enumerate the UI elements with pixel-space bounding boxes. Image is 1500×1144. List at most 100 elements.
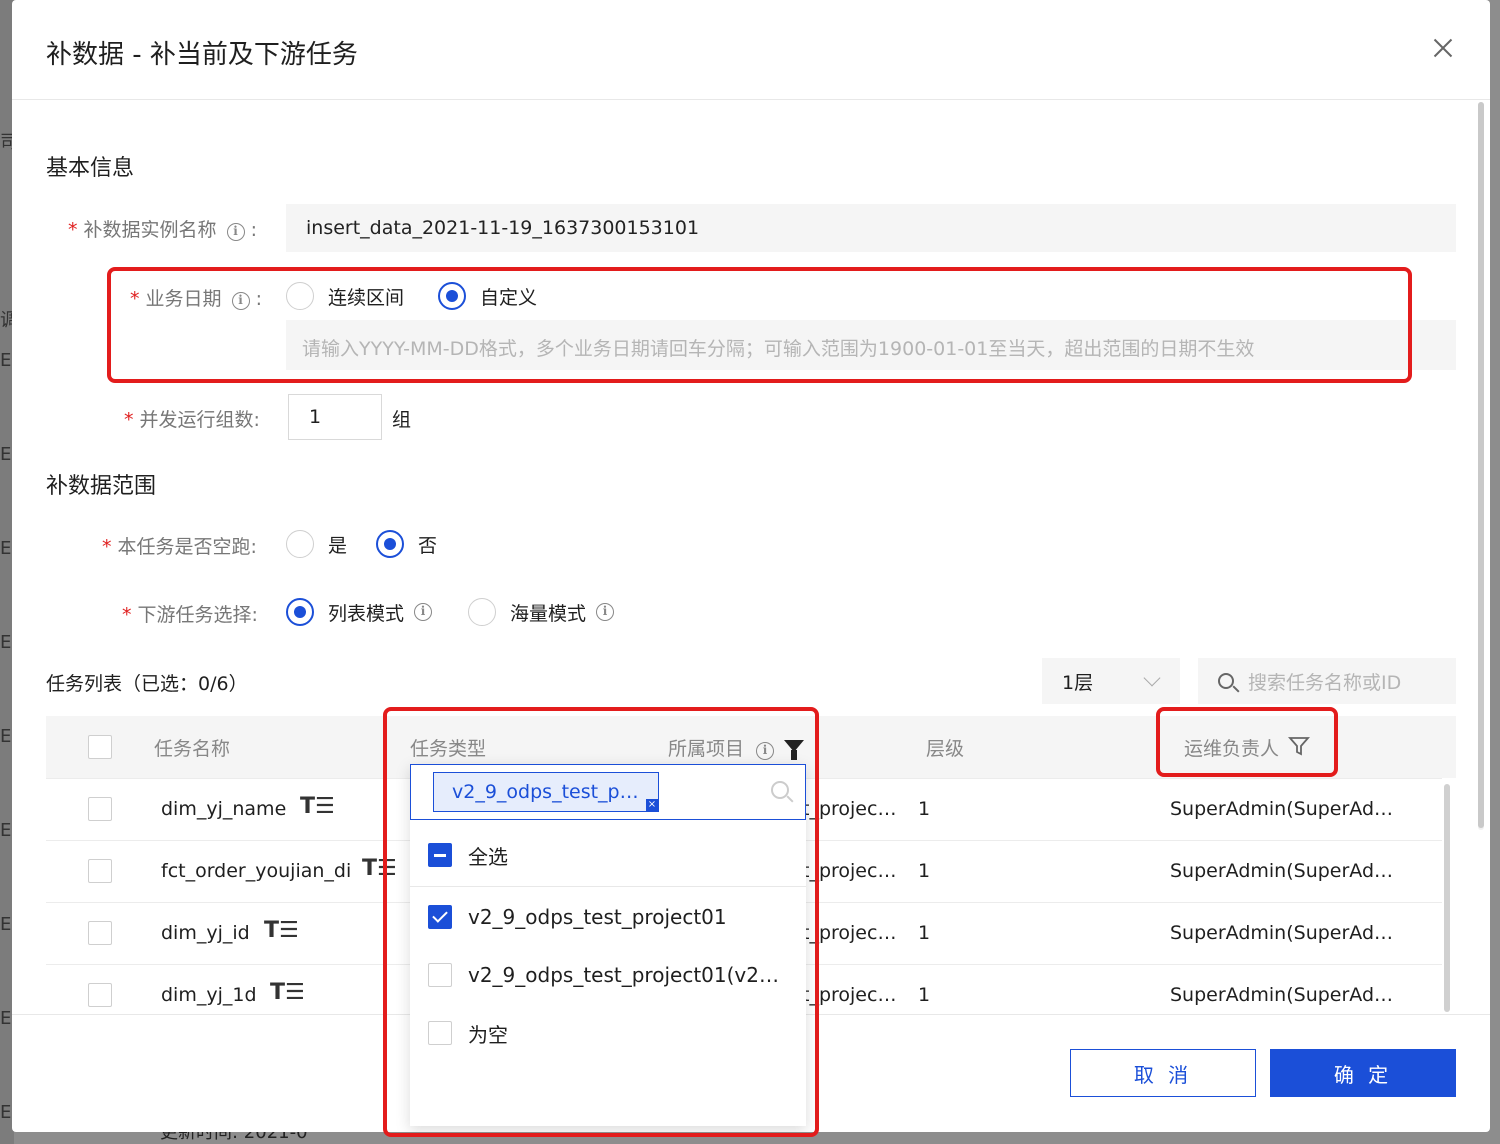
radio-circle bbox=[468, 598, 496, 626]
select-all-checkbox[interactable] bbox=[88, 735, 112, 759]
chevron-down-icon bbox=[1143, 669, 1161, 687]
info-icon[interactable]: i bbox=[231, 292, 250, 310]
section-title-basic-info: 基本信息 bbox=[46, 156, 135, 181]
biz-date-label: * 业务日期 i : bbox=[130, 288, 263, 310]
task-name[interactable]: dim_yj_1d bbox=[161, 984, 257, 1006]
task-owner: SuperAdmin(SuperAd… bbox=[1170, 798, 1394, 820]
column-header-project: 所属项目 i bbox=[668, 734, 775, 761]
info-icon[interactable]: i bbox=[226, 223, 245, 241]
task-project: t_projec… bbox=[802, 860, 897, 882]
radio-custom[interactable]: 自定义 bbox=[438, 282, 537, 310]
radio-dry-run-no[interactable]: 否 bbox=[376, 530, 437, 558]
tag-close-icon[interactable]: × bbox=[646, 799, 658, 811]
task-level: 1 bbox=[918, 984, 931, 1006]
row-checkbox[interactable] bbox=[88, 983, 112, 1007]
task-type-text-icon: T☰ bbox=[300, 794, 335, 819]
bg-char: E bbox=[0, 444, 12, 465]
search-icon bbox=[771, 781, 789, 799]
task-project: t_projec… bbox=[802, 922, 897, 944]
column-header-task-type: 任务类型 bbox=[410, 738, 487, 760]
checkbox bbox=[428, 963, 452, 987]
modal-scrollbar[interactable] bbox=[1478, 102, 1484, 830]
instance-name-label: * 补数据实例名称 i : bbox=[68, 219, 258, 241]
row-checkbox[interactable] bbox=[88, 921, 112, 945]
close-icon[interactable] bbox=[1428, 34, 1458, 64]
backfill-modal: 补数据 - 补当前及下游任务 基本信息 * 补数据实例名称 i : insert_… bbox=[12, 0, 1490, 1132]
instance-name-input[interactable]: insert_data_2021-11-19_1637300153101 bbox=[286, 204, 1456, 252]
required-star: * bbox=[130, 288, 140, 310]
cancel-button[interactable]: 取 消 bbox=[1070, 1049, 1256, 1097]
task-owner: SuperAdmin(SuperAd… bbox=[1170, 984, 1394, 1006]
info-icon[interactable]: i bbox=[596, 603, 615, 621]
bg-char: E bbox=[0, 1008, 12, 1029]
confirm-button[interactable]: 确 定 bbox=[1270, 1049, 1456, 1097]
dry-run-label: * 本任务是否空跑: bbox=[102, 536, 257, 558]
bg-char: E bbox=[0, 726, 12, 747]
bg-char: E bbox=[0, 538, 12, 559]
row-checkbox[interactable] bbox=[88, 859, 112, 883]
dropdown-divider bbox=[410, 886, 806, 887]
task-type-text-icon: T☰ bbox=[362, 856, 397, 881]
radio-circle bbox=[286, 282, 314, 310]
task-type-text-icon: T☰ bbox=[264, 918, 299, 943]
concurrency-unit: 组 bbox=[392, 409, 412, 431]
filter-active-icon[interactable] bbox=[784, 740, 804, 760]
task-name[interactable]: dim_yj_name bbox=[161, 798, 286, 820]
biz-date-textarea[interactable]: 请输入YYYY-MM-DD格式，多个业务日期请回车分隔；可输入范围为1900-0… bbox=[286, 320, 1456, 370]
downstream-label: * 下游任务选择: bbox=[122, 604, 258, 626]
section-title-scope: 补数据范围 bbox=[46, 474, 157, 499]
task-name[interactable]: fct_order_youjian_di bbox=[161, 860, 351, 882]
concurrency-label: * 并发运行组数: bbox=[124, 409, 260, 431]
project-filter-input[interactable]: v2_9_odps_test_p… × bbox=[410, 764, 806, 820]
task-project: t_projec… bbox=[802, 984, 897, 1006]
filter-option-empty[interactable]: 为空 bbox=[410, 1004, 806, 1062]
required-star: * bbox=[68, 219, 78, 241]
task-search-input[interactable]: 搜索任务名称或ID bbox=[1198, 658, 1456, 704]
task-level: 1 bbox=[918, 860, 931, 882]
radio-circle bbox=[376, 530, 404, 558]
task-name[interactable]: dim_yj_id bbox=[161, 922, 250, 944]
column-header-level: 层级 bbox=[926, 738, 965, 760]
filter-option-select-all[interactable]: 全选 bbox=[410, 826, 806, 884]
radio-list-mode[interactable]: 列表模式 i bbox=[286, 598, 433, 626]
checkbox-indeterminate bbox=[428, 843, 452, 867]
checkbox-checked bbox=[428, 905, 452, 929]
bg-char: E bbox=[0, 820, 12, 841]
column-header-owner: 运维负责人 bbox=[1184, 738, 1280, 760]
level-select[interactable]: 1层 bbox=[1042, 658, 1180, 704]
modal-title: 补数据 - 补当前及下游任务 bbox=[46, 40, 358, 70]
bg-char: E bbox=[0, 350, 12, 371]
checkbox bbox=[428, 1021, 452, 1045]
filter-icon[interactable] bbox=[1288, 735, 1310, 757]
task-owner: SuperAdmin(SuperAd… bbox=[1170, 922, 1394, 944]
concurrency-input[interactable]: 1 bbox=[288, 394, 382, 440]
modal-header: 补数据 - 补当前及下游任务 bbox=[12, 0, 1490, 100]
task-type-text-icon: T☰ bbox=[270, 980, 305, 1005]
filter-option-project[interactable]: v2_9_odps_test_project01(v2… bbox=[410, 946, 806, 1004]
info-icon[interactable]: i bbox=[414, 603, 433, 621]
task-project: t_projec… bbox=[802, 798, 897, 820]
info-icon[interactable]: i bbox=[756, 742, 775, 760]
radio-dry-run-yes[interactable]: 是 bbox=[286, 530, 347, 558]
required-star: * bbox=[124, 409, 134, 431]
required-star: * bbox=[102, 536, 112, 558]
radio-circle bbox=[438, 282, 466, 310]
search-icon bbox=[1218, 673, 1234, 689]
radio-circle bbox=[286, 530, 314, 558]
bg-char: E bbox=[0, 914, 12, 935]
bg-char: E bbox=[0, 1102, 12, 1123]
task-level: 1 bbox=[918, 922, 931, 944]
filter-option-project[interactable]: v2_9_odps_test_project01 bbox=[410, 888, 806, 946]
required-star: * bbox=[122, 604, 132, 626]
selected-project-tag[interactable]: v2_9_odps_test_p… × bbox=[433, 772, 659, 812]
task-owner: SuperAdmin(SuperAd… bbox=[1170, 860, 1394, 882]
row-checkbox[interactable] bbox=[88, 797, 112, 821]
radio-circle bbox=[286, 598, 314, 626]
bg-char: E bbox=[0, 632, 12, 653]
task-list-title: 任务列表（已选：0/6） bbox=[46, 673, 248, 695]
radio-continuous-range[interactable]: 连续区间 bbox=[286, 282, 404, 310]
column-header-task-name: 任务名称 bbox=[154, 738, 231, 760]
project-filter-dropdown: v2_9_odps_test_p… × 全选 v2_9_odps_test_pr… bbox=[410, 764, 806, 1126]
table-scrollbar[interactable] bbox=[1444, 784, 1450, 1012]
radio-massive-mode[interactable]: 海量模式 i bbox=[468, 598, 615, 626]
